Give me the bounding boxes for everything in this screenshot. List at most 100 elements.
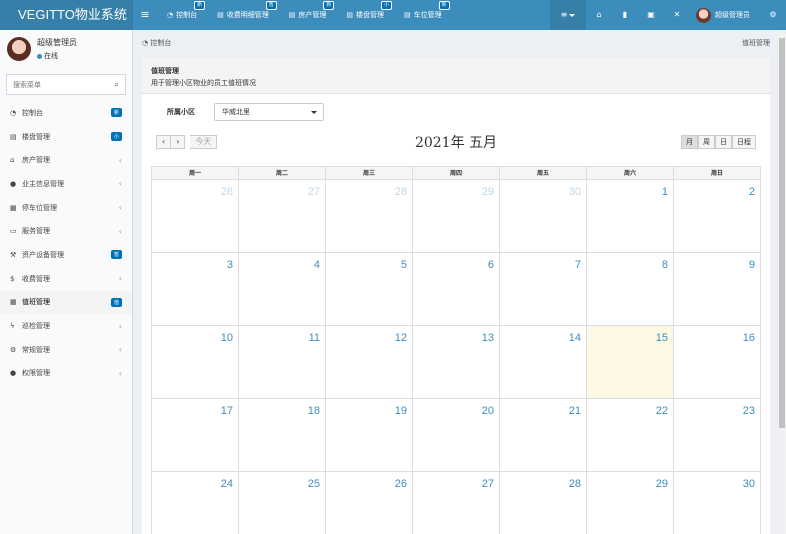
day-cell[interactable]: 5 [325, 253, 412, 325]
user-panel: 超级管理员 在线 [0, 30, 132, 68]
panel-header: 值班管理 用于管理小区物业的员工值班情况 [142, 58, 770, 94]
day-cell[interactable]: 9 [673, 253, 760, 325]
day-cell[interactable]: 25 [238, 472, 325, 534]
settings-icon[interactable]: ⚙ [760, 0, 786, 30]
day-cell[interactable]: 13 [412, 326, 499, 398]
fullscreen-icon[interactable]: ✕ [664, 0, 690, 30]
day-cell[interactable]: 12 [325, 326, 412, 398]
home-icon[interactable]: ⌂ [586, 0, 612, 30]
day-cell[interactable]: 28 [499, 472, 586, 534]
sidebar-item-label: 资产设备管理 [22, 250, 64, 259]
day-cell[interactable]: 26 [325, 472, 412, 534]
breadcrumb-current: 值班管理 [742, 39, 770, 47]
day-cell[interactable]: 27 [412, 472, 499, 534]
day-cell[interactable]: 11 [238, 326, 325, 398]
table-icon: ▤ [217, 11, 224, 19]
user-icon: ● [10, 179, 17, 188]
nav-tab-dashboard[interactable]: ◔ 控制台 新 [157, 0, 207, 30]
day-cell[interactable]: 29 [586, 472, 673, 534]
breadcrumb-text: 控制台 [150, 39, 172, 47]
day-cell[interactable]: 4 [238, 253, 325, 325]
day-cell[interactable]: 20 [412, 399, 499, 471]
bars-icon[interactable]: ≡ [133, 0, 157, 30]
dashboard-icon: ◔ [142, 39, 149, 47]
day-cell[interactable]: 7 [499, 253, 586, 325]
agenda-view-button[interactable]: 日程 [732, 135, 756, 149]
day-cell[interactable]: 18 [238, 399, 325, 471]
calendar-week: 3 4 5 6 7 8 9 [151, 253, 761, 326]
sidebar-item-parking[interactable]: ▦ 停车位管理 ‹ [0, 196, 132, 220]
film-icon: ▦ [10, 203, 17, 212]
sidebar-item-owners[interactable]: ● 业主信息管理 ‹ [0, 172, 132, 196]
laptop-icon: ▭ [10, 227, 17, 236]
sidebar-item-general[interactable]: ⚙ 常规管理 ‹ [0, 338, 132, 362]
nav-tab-buildings[interactable]: ▤ 楼盘管理 小 [336, 0, 394, 30]
day-cell[interactable]: 23 [673, 399, 760, 471]
nav-tab-fee-details[interactable]: ▤ 收费明细管理 暂 [207, 0, 279, 30]
nav-tab-property[interactable]: ▤ 房产管理 新 [279, 0, 337, 30]
nav-tab-parking[interactable]: ▤ 车位管理 新 [394, 0, 452, 30]
chevron-left-icon: ‹ [118, 179, 122, 189]
sidebar-item-fees[interactable]: $ 收费管理 ‹ [0, 267, 132, 291]
community-select[interactable]: 华威北里 [214, 103, 324, 121]
day-cell[interactable]: 27 [238, 180, 325, 252]
day-cell[interactable]: 14 [499, 326, 586, 398]
gavel-icon: ⚒ [10, 250, 17, 259]
day-cell[interactable]: 22 [586, 399, 673, 471]
day-cell[interactable]: 26 [152, 180, 238, 252]
user-status: 在线 [37, 51, 77, 61]
day-view-button[interactable]: 日 [715, 135, 732, 149]
sidebar-item-duty[interactable]: ▦ 值班管理 值 [0, 290, 132, 315]
nav-tab-label: 房产管理 [298, 11, 327, 19]
user-menu[interactable]: 超级管理员 [690, 0, 760, 30]
view-buttons: 月 周 日 日程 [681, 135, 756, 149]
day-cell[interactable]: 28 [325, 180, 412, 252]
sidebar-item-inspection[interactable]: ϟ 巡检管理 ‹ [0, 314, 132, 338]
month-view-button[interactable]: 月 [681, 135, 698, 149]
trash-icon[interactable]: ▮ [612, 0, 638, 30]
calendar-toolbar: ‹ › 今天 2021年 五月 月 周 日 日程 [156, 132, 756, 151]
sidebar-item-property[interactable]: ⌂ 房产管理 ‹ [0, 148, 132, 172]
sidebar-item-buildings[interactable]: ▤ 楼盘管理 小 [0, 125, 132, 149]
day-cell[interactable]: 16 [673, 326, 760, 398]
sidebar-item-label: 停车位管理 [22, 203, 57, 212]
day-cell[interactable]: 29 [412, 180, 499, 252]
day-cell[interactable]: 1 [586, 180, 673, 252]
search-input[interactable] [13, 80, 115, 89]
refresh-icon[interactable]: ▣ [638, 0, 664, 30]
weekday-label: 周三 [325, 167, 412, 179]
sidebar-menu: ◔ 控制台 新 ▤ 楼盘管理 小 ⌂ 房产管理 ‹ ● 业主信息管理 ‹ ▦ 停车位管理 ‹ ▭ 服务… [0, 101, 132, 385]
day-cell[interactable]: 30 [499, 180, 586, 252]
sidebar-item-assets[interactable]: ⚒ 资产设备管理 暂 [0, 243, 132, 267]
filter-label: 所属小区 [167, 108, 195, 116]
day-cell[interactable]: 21 [499, 399, 586, 471]
day-cell[interactable]: 24 [152, 472, 238, 534]
scrollbar-thumb[interactable] [779, 38, 785, 428]
sidebar-item-permissions[interactable]: ● 权限管理 ‹ [0, 362, 132, 386]
weekday-label: 周一 [188, 170, 201, 177]
day-cell[interactable]: 30 [673, 472, 760, 534]
search-icon[interactable]: ⌕ [115, 80, 119, 90]
page-scrollbar[interactable] [778, 30, 786, 534]
day-cell[interactable]: 17 [152, 399, 238, 471]
more-tabs-dropdown[interactable]: ≡ [550, 0, 586, 30]
day-cell[interactable]: 3 [152, 253, 238, 325]
sidebar-item-services[interactable]: ▭ 服务管理 ‹ [0, 219, 132, 243]
sidebar-item-dashboard[interactable]: ◔ 控制台 新 [0, 101, 132, 125]
day-cell[interactable]: 8 [586, 253, 673, 325]
app-logo[interactable]: VEGITTO物业系统 [0, 0, 133, 30]
nav-tab-badge: 小 [380, 1, 392, 10]
sidebar: 超级管理员 在线 ⌕ ◔ 控制台 新 ▤ 楼盘管理 小 ⌂ 房产管理 ‹ ● 业主信息管理 ‹ … [0, 30, 133, 534]
sidebar-item-badge: 值 [110, 297, 122, 307]
day-cell[interactable]: 10 [152, 326, 238, 398]
week-view-button[interactable]: 周 [698, 135, 715, 149]
breadcrumb-home[interactable]: ◔ 控制台 [142, 38, 171, 48]
chevron-left-icon: ‹ [118, 155, 122, 165]
bolt-icon: ϟ [10, 322, 15, 331]
today-cell[interactable]: 15 [586, 326, 673, 398]
day-cell[interactable]: 6 [412, 253, 499, 325]
day-cell[interactable]: 19 [325, 399, 412, 471]
nav-tabs: ◔ 控制台 新 ▤ 收费明细管理 暂 ▤ 房产管理 新 ▤ 楼盘管理 小 ▤ 车… [157, 0, 452, 30]
day-cell[interactable]: 2 [673, 180, 760, 252]
sidebar-item-label: 值班管理 [22, 298, 50, 307]
